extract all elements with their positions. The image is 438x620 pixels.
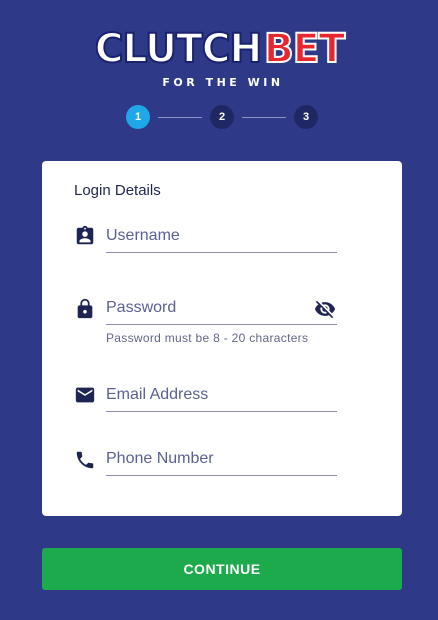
mail-icon [74, 384, 96, 406]
step-2: 2 [210, 105, 234, 129]
password-input[interactable] [106, 297, 337, 325]
brand-logo: CLUTCHBET [0, 24, 438, 74]
eye-off-icon[interactable] [313, 298, 337, 320]
password-hint: Password must be 8 - 20 characters [106, 331, 309, 345]
step-connector [242, 117, 286, 118]
email-input[interactable] [106, 384, 337, 412]
login-details-card: Login Details Password must be 8 - 20 ch… [42, 161, 402, 516]
step-3: 3 [294, 105, 318, 129]
logo-word-bet: BET [263, 25, 346, 73]
username-field [74, 223, 337, 255]
card-title: Login Details [74, 182, 161, 199]
lock-icon [74, 298, 96, 320]
step-connector [158, 117, 202, 118]
progress-stepper: 1 2 3 [126, 105, 318, 129]
phone-input[interactable] [106, 448, 337, 476]
step-1: 1 [126, 105, 150, 129]
logo-word-clutch: CLUTCH [94, 25, 264, 73]
account-badge-icon [74, 225, 96, 247]
username-input[interactable] [106, 225, 337, 253]
continue-button[interactable]: CONTINUE [42, 548, 402, 590]
logo-tagline: FOR THE WIN [162, 76, 284, 89]
password-field: Password must be 8 - 20 characters [74, 295, 337, 345]
phone-icon [74, 449, 96, 471]
phone-field [74, 446, 337, 478]
email-field [74, 382, 337, 414]
